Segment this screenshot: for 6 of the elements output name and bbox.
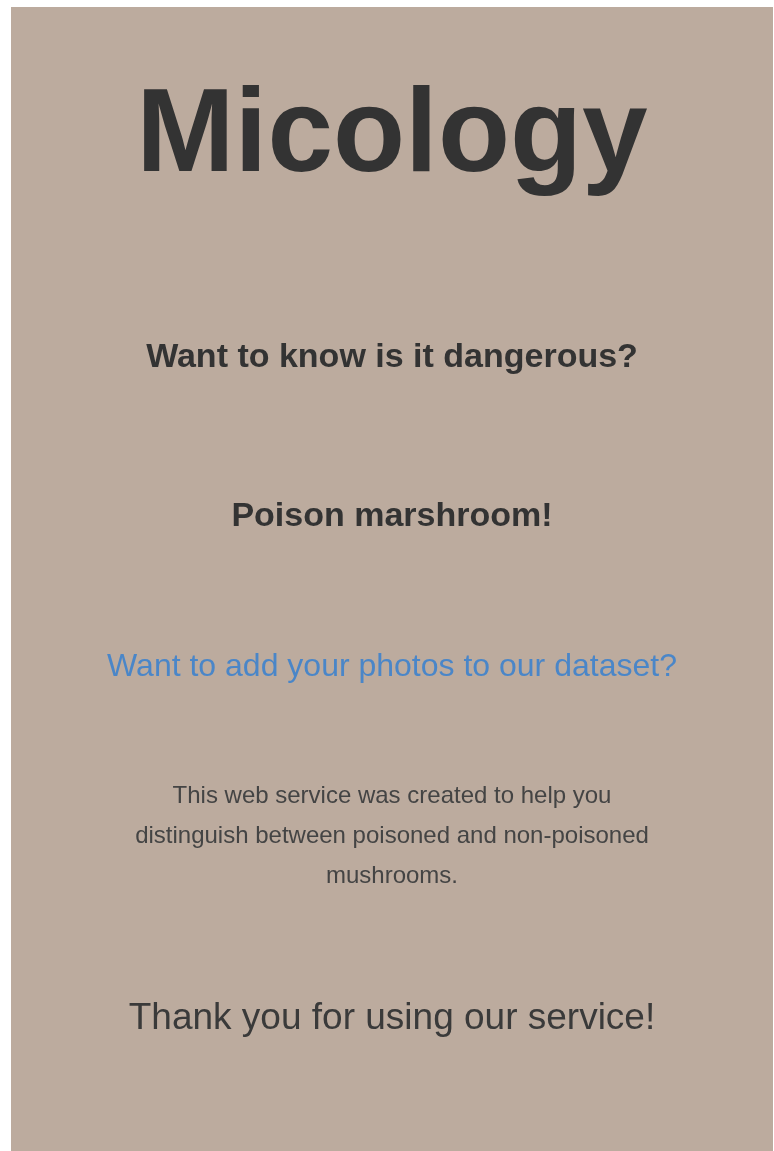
thanks-text: Thank you for using our service!	[128, 995, 656, 1039]
dataset-link[interactable]: Want to add your photos to our dataset?	[107, 645, 677, 685]
site-title: Micology	[136, 63, 648, 198]
heading: Want to know is it dangerous?	[146, 335, 638, 376]
description-text: This web service was created to help you distinguish between poisoned and non-poisoned mushrooms.	[134, 780, 650, 890]
heading: Poison marshroom!	[231, 494, 553, 535]
